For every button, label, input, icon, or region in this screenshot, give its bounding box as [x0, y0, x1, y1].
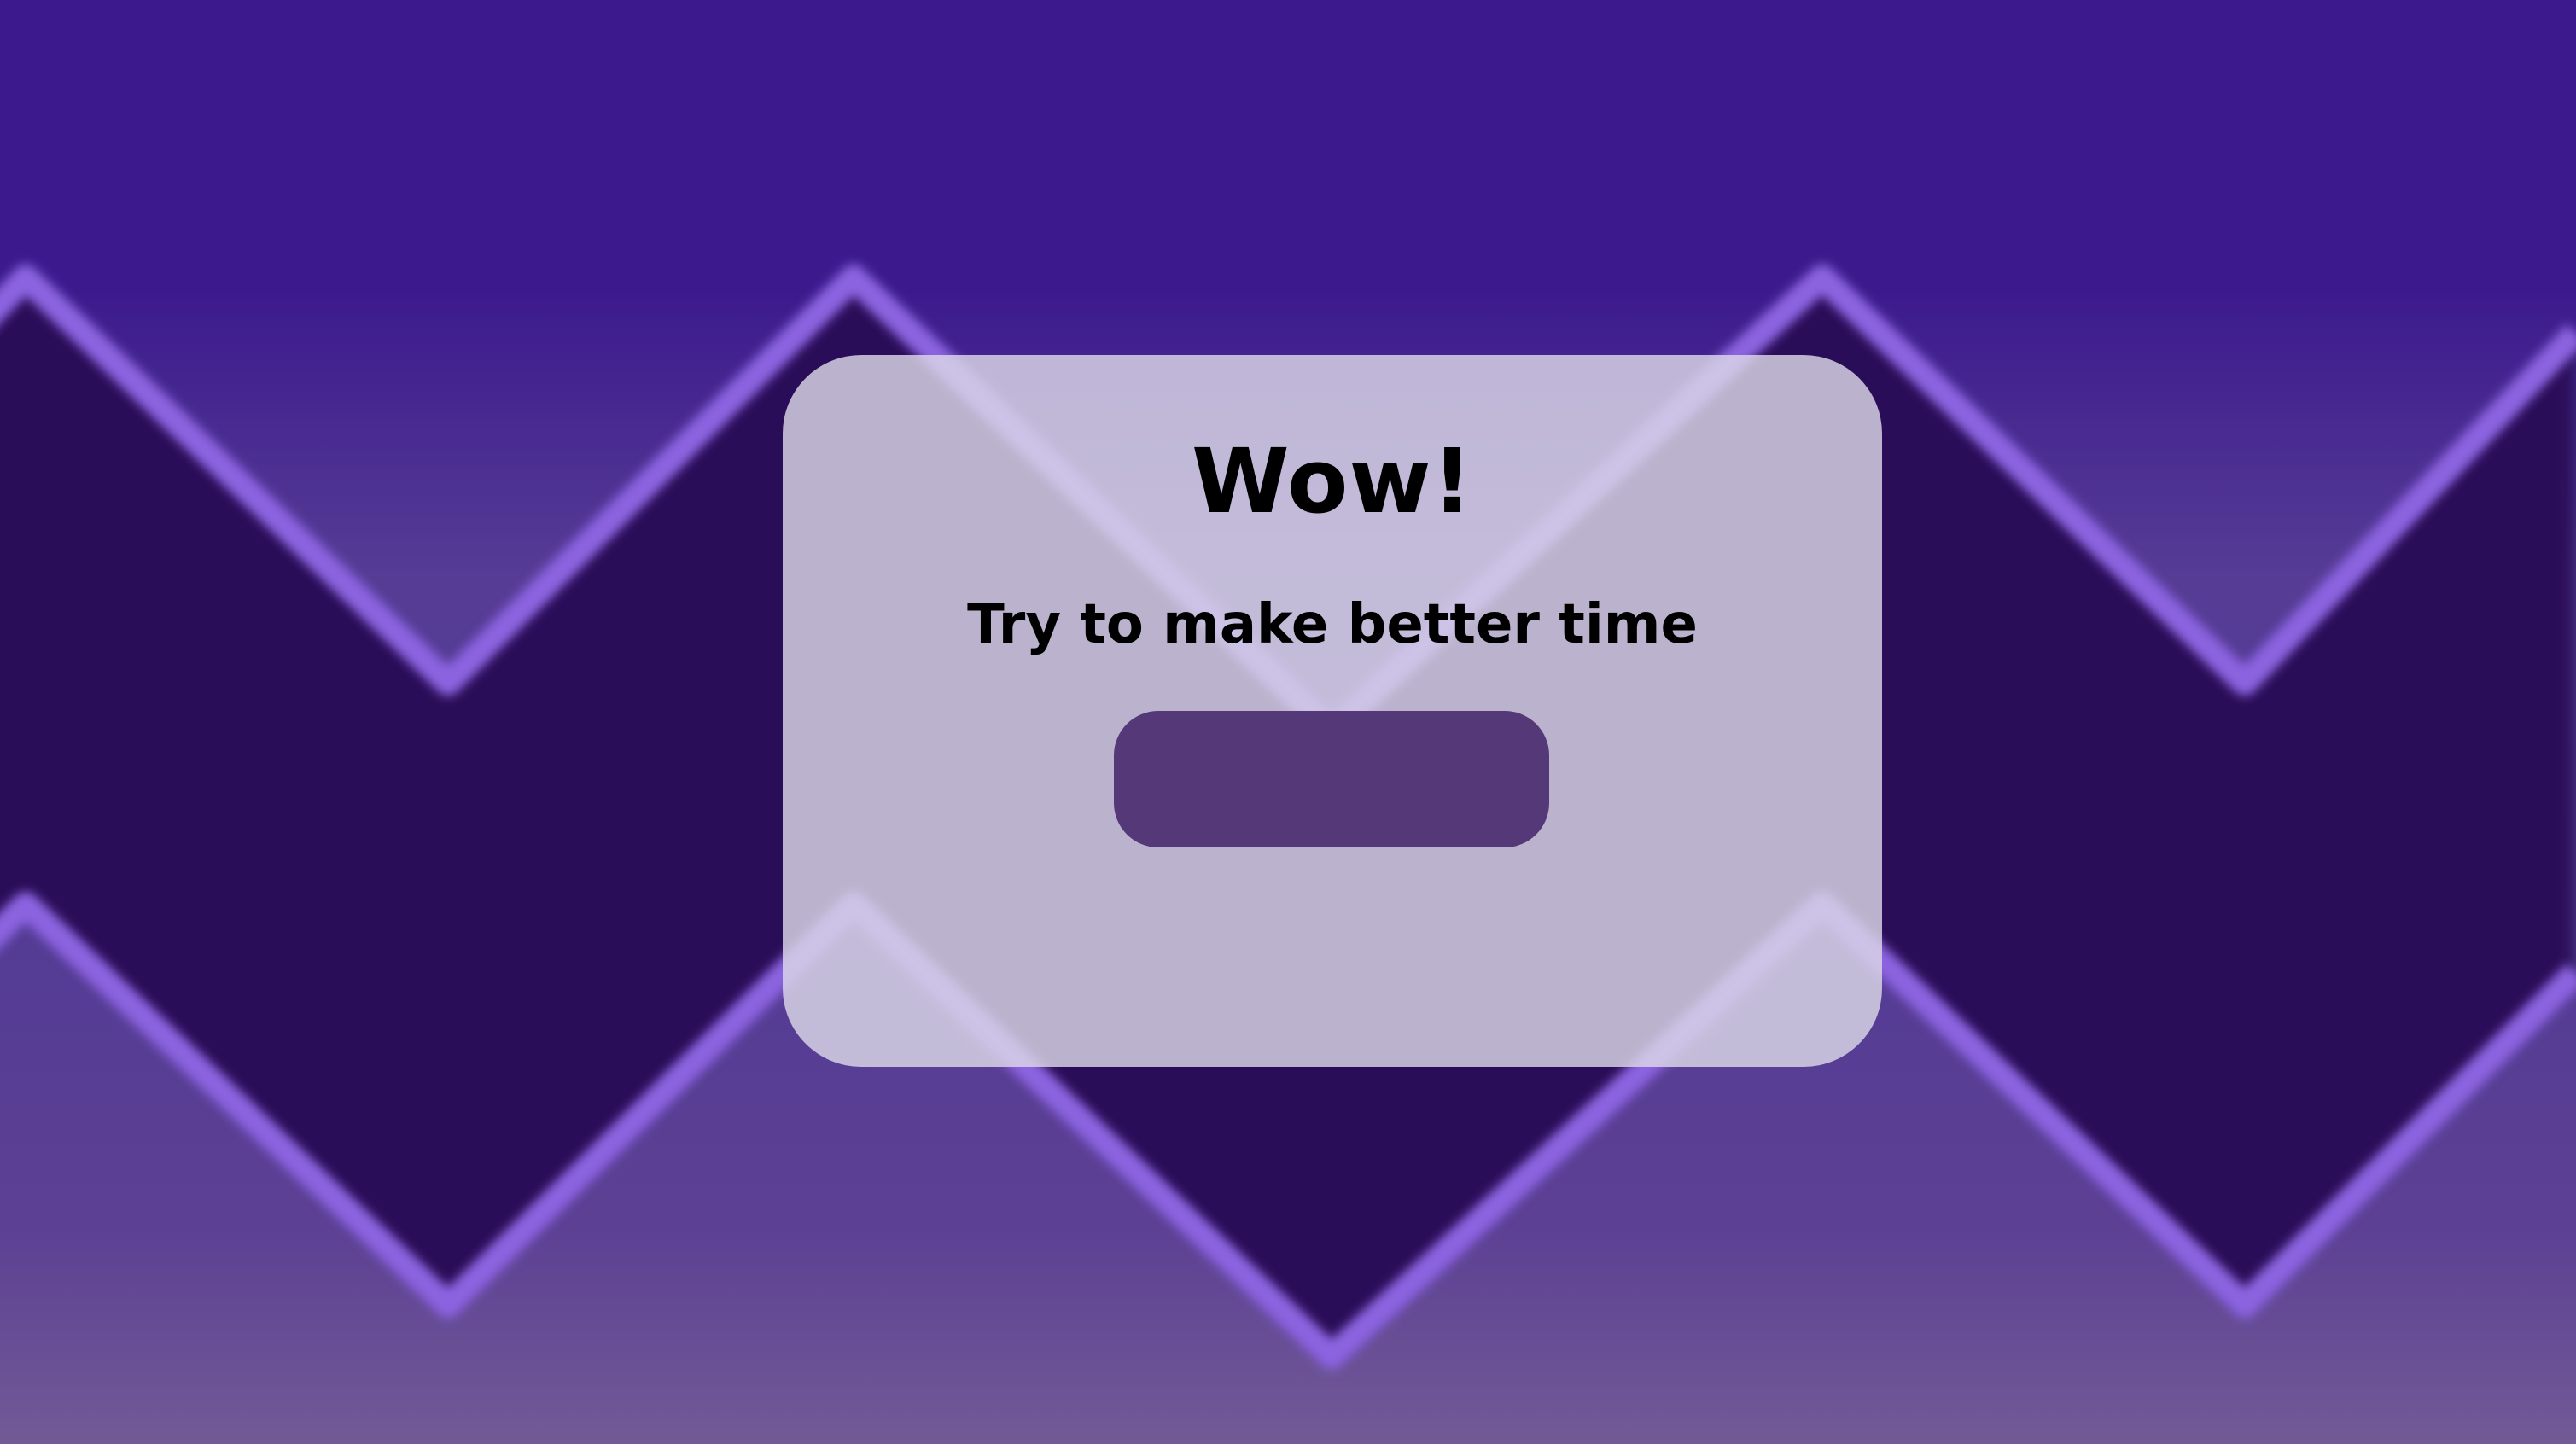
result-dialog: Wow! Try to make better time [783, 355, 1882, 1067]
dialog-title: Wow! [1192, 429, 1473, 533]
dialog-message: Try to make better time [967, 593, 1698, 656]
continue-button[interactable] [1114, 711, 1549, 847]
game-screen: Wow! Try to make better time [0, 0, 2576, 1444]
